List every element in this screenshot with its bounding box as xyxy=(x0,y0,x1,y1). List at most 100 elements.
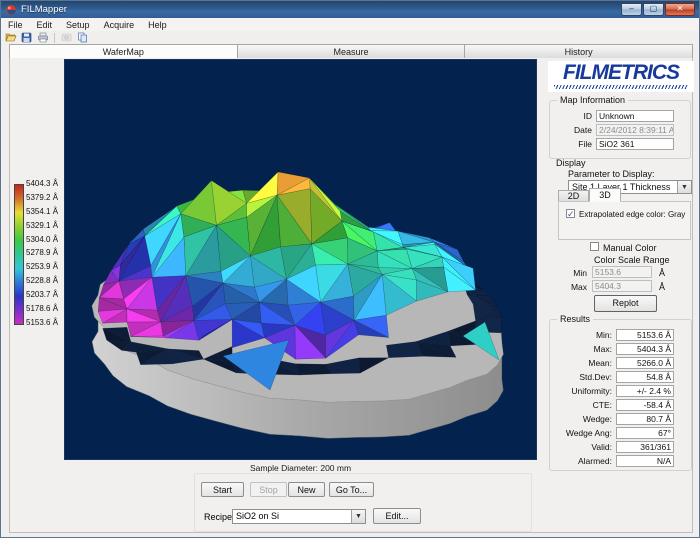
legend-tick-label: 5329.1 Å xyxy=(26,221,58,230)
color-scale-labels: 5404.3 Å 5379.2 Å 5354.1 Å 5329.1 Å 5304.0 Å… xyxy=(26,179,58,327)
extrapolated-edge-checkbox[interactable]: ✓ xyxy=(566,209,575,218)
result-value: +/- 2.4 % xyxy=(616,385,674,397)
result-value: 80.7 Å xyxy=(616,413,674,425)
min-label: Min xyxy=(558,268,587,278)
window-title: FILMapper xyxy=(21,4,67,15)
parameter-label: Parameter to Display: xyxy=(568,169,655,179)
maximize-button[interactable]: ▢ xyxy=(643,3,664,16)
legend-tick-label: 5278.9 Å xyxy=(26,248,58,257)
result-value: 5153.6 Å xyxy=(616,329,674,341)
tab-wafermap[interactable]: WaferMap xyxy=(9,44,238,59)
result-value: 5266.0 Å xyxy=(616,357,674,369)
legend-tick-label: 5178.6 Å xyxy=(26,304,58,313)
legend-tick-label: 5203.7 Å xyxy=(26,290,58,299)
manual-color-label: Manual Color xyxy=(603,243,657,253)
result-value: -58.4 Å xyxy=(616,399,674,411)
wafer-3d-surface xyxy=(65,60,538,461)
color-scale-bar xyxy=(14,184,24,325)
title-bar: FILMapper – ▢ ✕ xyxy=(1,1,699,18)
print-icon[interactable] xyxy=(36,32,49,44)
max-unit: Å xyxy=(659,282,665,292)
snapshot-icon xyxy=(60,32,73,44)
app-icon xyxy=(5,4,17,16)
result-value: 54.8 Å xyxy=(616,371,674,383)
result-label: Max: xyxy=(550,344,612,354)
copy-icon[interactable] xyxy=(76,32,89,44)
app-window: FILMapper – ▢ ✕ FileEditSetupAcquireHelp… xyxy=(0,0,700,538)
result-label: Mean: xyxy=(550,358,612,368)
result-value: 67° xyxy=(616,427,674,439)
legend-tick-label: 5404.3 Å xyxy=(26,179,58,188)
result-value: N/A xyxy=(616,455,674,467)
legend-tick-label: 5304.0 Å xyxy=(26,235,58,244)
result-label: Valid: xyxy=(550,442,612,452)
mapinfo-field-file[interactable]: SiO2 361 xyxy=(596,138,674,150)
result-label: CTE: xyxy=(550,400,612,410)
tab-measure[interactable]: Measure xyxy=(238,44,466,59)
chevron-down-icon[interactable]: ▼ xyxy=(677,181,691,193)
legend-tick-label: 5379.2 Å xyxy=(26,193,58,202)
mapinfo-label-id: ID xyxy=(552,111,592,121)
filmetrics-logo: FILMETRICS xyxy=(548,61,694,92)
extrapolated-edge-label: Extrapolated edge color: Gray xyxy=(579,210,685,219)
results-title: Results xyxy=(557,314,593,324)
goto-button[interactable]: Go To... xyxy=(329,482,374,497)
result-label: Uniformity: xyxy=(550,386,612,396)
min-field: 5153.6 xyxy=(592,266,652,278)
menu-bar: FileEditSetupAcquireHelp xyxy=(1,18,699,31)
menu-edit[interactable]: Edit xyxy=(30,19,60,31)
legend-tick-label: 5153.6 Å xyxy=(26,318,58,327)
mapinfo-field-date: 2/24/2012 8:39:11 AM xyxy=(596,124,674,136)
result-label: Std.Dev: xyxy=(550,372,612,382)
wafermap-tab-page: 5404.3 Å 5379.2 Å 5354.1 Å 5329.1 Å 5304.0 Å… xyxy=(9,58,693,533)
chevron-down-icon[interactable]: ▼ xyxy=(351,510,365,523)
recipe-combobox[interactable]: SiO2 on Si ▼ xyxy=(232,509,366,524)
legend-tick-label: 5228.8 Å xyxy=(26,276,58,285)
main-tabstrip: WaferMapMeasureHistory xyxy=(9,44,693,59)
manual-color-checkbox[interactable] xyxy=(590,242,599,251)
min-unit: Å xyxy=(659,268,665,278)
mapinfo-label-date: Date xyxy=(552,125,592,135)
stop-button: Stop xyxy=(250,482,287,497)
result-label: Alarmed: xyxy=(550,456,612,466)
wafer-3d-plot[interactable] xyxy=(64,59,537,460)
replot-button[interactable]: Replot xyxy=(594,295,657,312)
new-button[interactable]: New xyxy=(288,482,325,497)
logo-hatch xyxy=(554,85,688,89)
save-icon[interactable] xyxy=(20,32,33,44)
color-scale-range-title: Color Scale Range xyxy=(594,255,670,265)
open-icon[interactable] xyxy=(4,32,17,44)
result-label: Wedge Ang: xyxy=(550,428,612,438)
acquisition-panel: Start Stop New Go To... Recipe: SiO2 on … xyxy=(194,473,532,532)
legend-tick-label: 5354.1 Å xyxy=(26,207,58,216)
display-section-title: Display xyxy=(556,158,586,168)
edit-recipe-button[interactable]: Edit... xyxy=(373,508,421,524)
view-tab-3d[interactable]: 3D xyxy=(589,188,621,202)
start-button[interactable]: Start xyxy=(201,482,244,497)
toolbar-separator xyxy=(54,33,55,43)
max-field: 5404.3 xyxy=(592,280,652,292)
map-information-title: Map Information xyxy=(557,95,628,105)
result-value: 5404.3 Å xyxy=(616,343,674,355)
mapinfo-label-file: File xyxy=(552,139,592,149)
legend-tick-label: 5253.9 Å xyxy=(26,262,58,271)
menu-acquire[interactable]: Acquire xyxy=(97,19,142,31)
result-label: Min: xyxy=(550,330,612,340)
right-panel: FILMETRICS Map Information ID Unknown Date… xyxy=(542,58,694,532)
view-3d-panel: ✓ Extrapolated edge color: Gray xyxy=(558,201,691,240)
menu-setup[interactable]: Setup xyxy=(59,19,97,31)
tab-history[interactable]: History xyxy=(465,44,693,59)
close-button[interactable]: ✕ xyxy=(665,3,695,16)
recipe-label: Recipe: xyxy=(204,512,235,522)
recipe-value: SiO2 on Si xyxy=(236,511,279,521)
result-value: 361/361 xyxy=(616,441,674,453)
result-label: Wedge: xyxy=(550,414,612,424)
max-label: Max xyxy=(558,282,587,292)
toolbar xyxy=(1,31,699,44)
sample-diameter-label: Sample Diameter: 200 mm xyxy=(64,463,537,473)
menu-help[interactable]: Help xyxy=(141,19,174,31)
minimize-button[interactable]: – xyxy=(621,3,642,16)
mapinfo-field-id[interactable]: Unknown xyxy=(596,110,674,122)
map-information-group: Map Information IDUnknownDate2/24/2012 8… xyxy=(549,100,691,159)
menu-file[interactable]: File xyxy=(1,19,30,31)
